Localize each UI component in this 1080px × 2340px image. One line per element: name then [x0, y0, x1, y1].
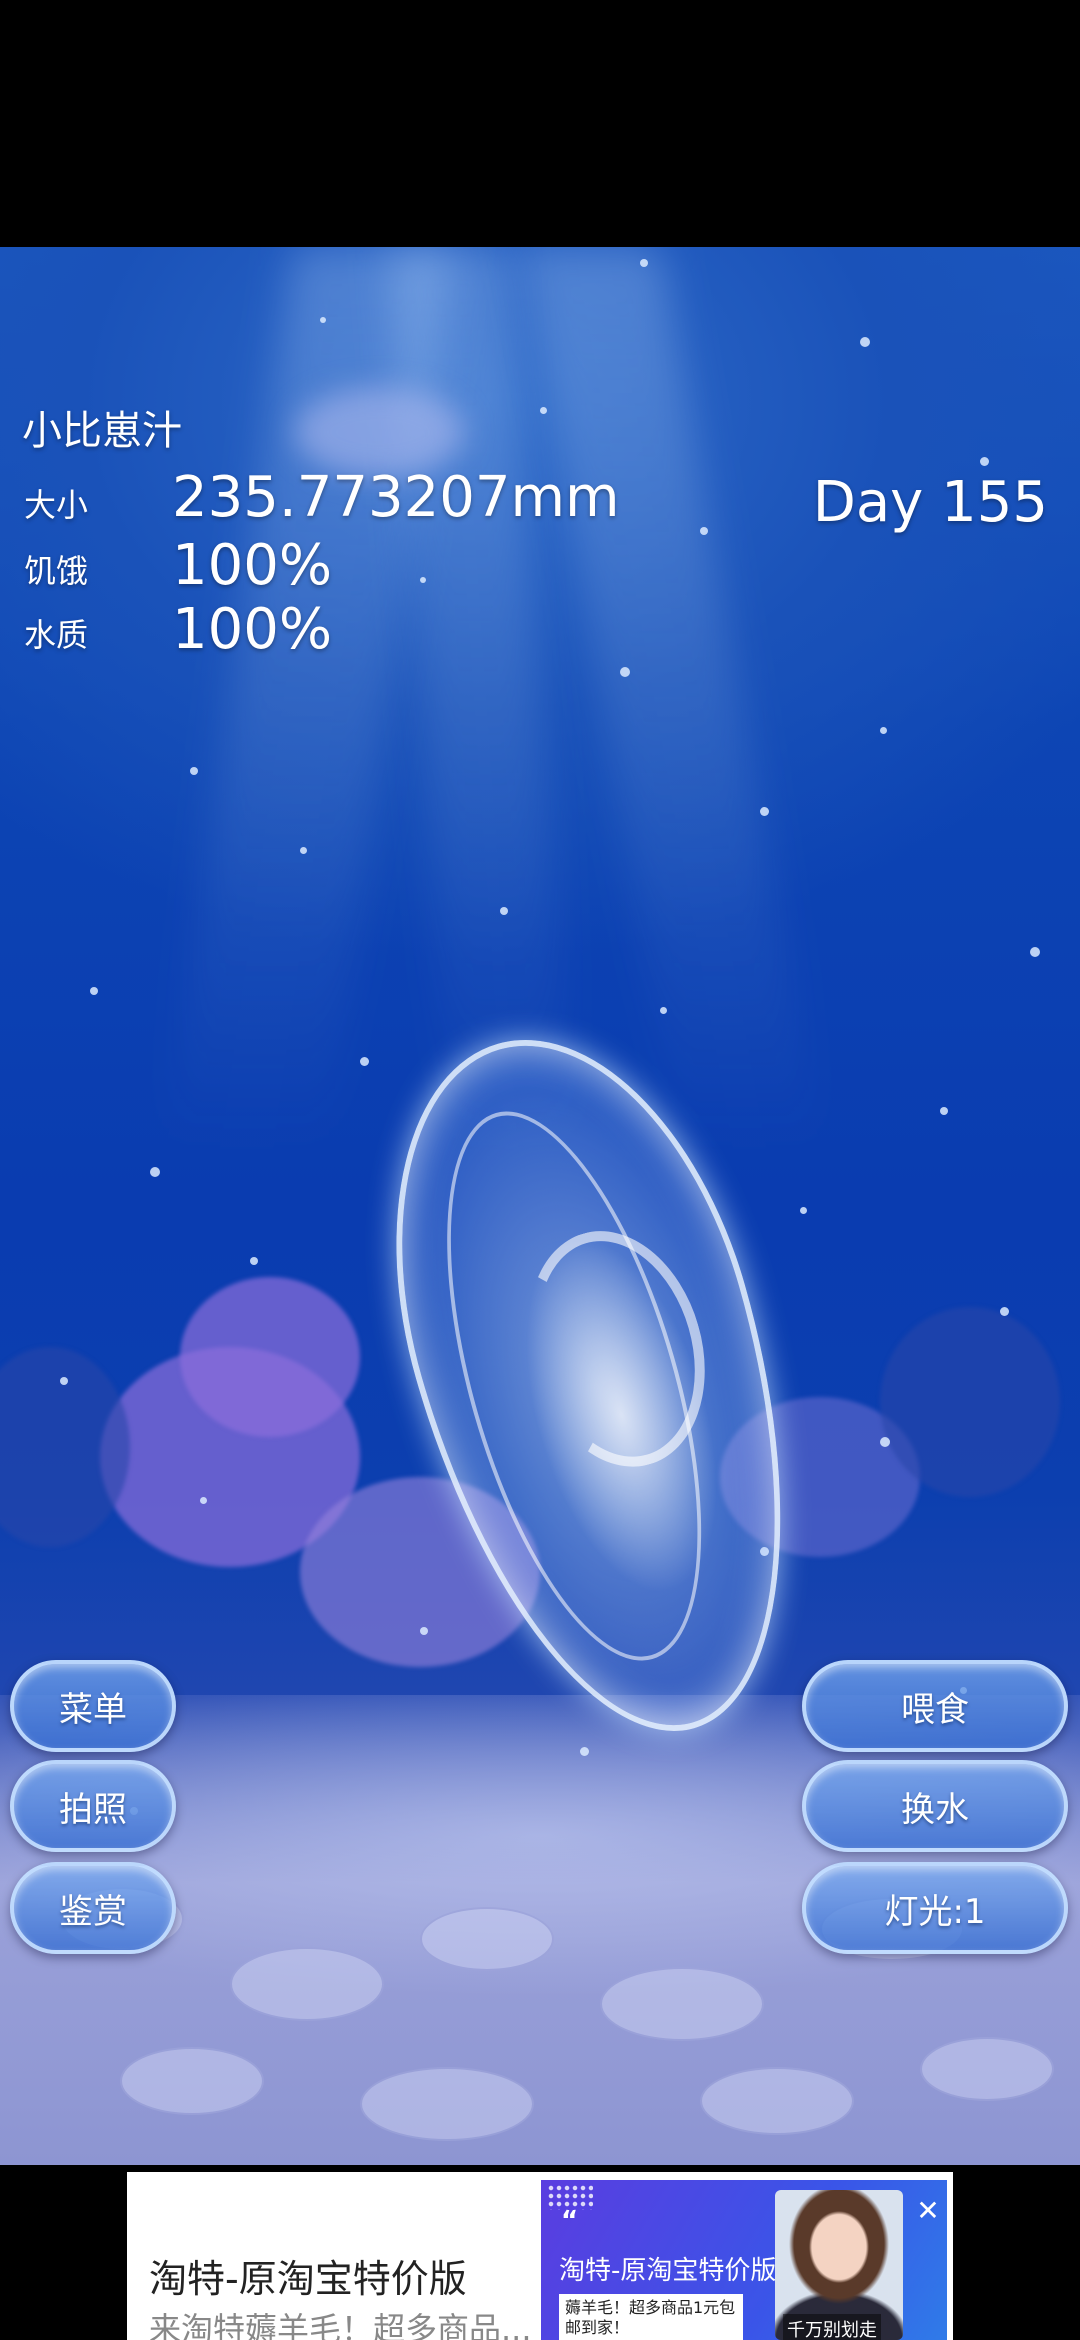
- bubble: [150, 1167, 160, 1177]
- status-bar-area: [0, 0, 1080, 247]
- ad-title[interactable]: 淘特-原淘宝特价版: [149, 2248, 467, 2303]
- bubble: [90, 987, 98, 995]
- bubble: [420, 577, 426, 583]
- bubble: [190, 767, 198, 775]
- pebble: [360, 2067, 534, 2141]
- ad-image-title: 淘特-原淘宝特价版: [559, 2256, 777, 2286]
- bubble: [200, 1497, 207, 1504]
- stat-value-water-quality: 100%: [172, 597, 333, 662]
- light-button[interactable]: 灯光:1: [802, 1862, 1068, 1954]
- bubble: [860, 337, 870, 347]
- cloud-decoration: [295, 387, 465, 477]
- bubble: [980, 457, 989, 466]
- close-icon[interactable]: ✕: [913, 2196, 943, 2226]
- bubble: [1030, 947, 1040, 957]
- change-water-button[interactable]: 换水: [802, 1760, 1068, 1852]
- bubble: [940, 1107, 948, 1115]
- pebble: [700, 2067, 854, 2135]
- bubble: [700, 527, 708, 535]
- bubble: [500, 907, 508, 915]
- ad-image-caption: 千万别划走: [783, 2314, 881, 2340]
- pebble: [600, 1967, 764, 2041]
- stat-label-size: 大小: [24, 486, 89, 524]
- feed-button[interactable]: 喂食: [802, 1660, 1068, 1752]
- pebble: [420, 1907, 554, 1971]
- bubble: [540, 407, 547, 414]
- bubble: [250, 1257, 258, 1265]
- ad-image-subtitle: 薅羊毛！超多商品1元包邮到家！: [559, 2294, 743, 2340]
- light-ray: [520, 247, 820, 1147]
- pebble: [120, 2047, 264, 2115]
- pebble: [920, 2037, 1054, 2101]
- bubble: [760, 807, 769, 816]
- stat-value-size: 235.773207mm: [172, 465, 620, 530]
- pet-name: 小比崽汁: [22, 408, 182, 454]
- bubble: [800, 1207, 807, 1214]
- pebble: [230, 1947, 384, 2021]
- coral: [180, 1277, 360, 1437]
- stat-value-hunger: 100%: [172, 533, 333, 598]
- bubble: [1000, 1307, 1009, 1316]
- bubble: [420, 1627, 428, 1635]
- coral: [880, 1307, 1060, 1497]
- bubble: [640, 259, 648, 267]
- bubble: [660, 1007, 667, 1014]
- bubble: [320, 317, 326, 323]
- ad-image[interactable]: “ 淘特-原淘宝特价版 薅羊毛！超多商品1元包邮到家！ 千万别划走 ✕: [541, 2180, 947, 2340]
- bubble: [60, 1377, 68, 1385]
- stat-label-hunger: 饥饿: [24, 552, 89, 590]
- bubble: [300, 847, 307, 854]
- game-screen: 小比崽汁 大小 235.773207mm 饥饿 100% 水质 100% Day…: [0, 0, 1080, 2340]
- menu-button[interactable]: 菜单: [10, 1660, 176, 1752]
- day-counter: Day 155: [812, 470, 1048, 535]
- bubble: [360, 1057, 369, 1066]
- photo-button[interactable]: 拍照: [10, 1760, 176, 1852]
- bubble: [880, 1437, 890, 1447]
- ad-description[interactable]: 来淘特薅羊毛！超多商品...: [149, 2304, 532, 2340]
- bubble: [620, 667, 630, 677]
- gallery-button[interactable]: 鉴赏: [10, 1862, 176, 1954]
- bubble: [580, 1747, 589, 1756]
- ad-banner[interactable]: 淘特-原淘宝特价版 来淘特薅羊毛！超多商品... “ 淘特-原淘宝特价版 薅羊毛…: [127, 2172, 953, 2340]
- stat-label-water-quality: 水质: [24, 616, 89, 654]
- bubble: [880, 727, 887, 734]
- quote-mark-icon: “: [561, 2206, 579, 2236]
